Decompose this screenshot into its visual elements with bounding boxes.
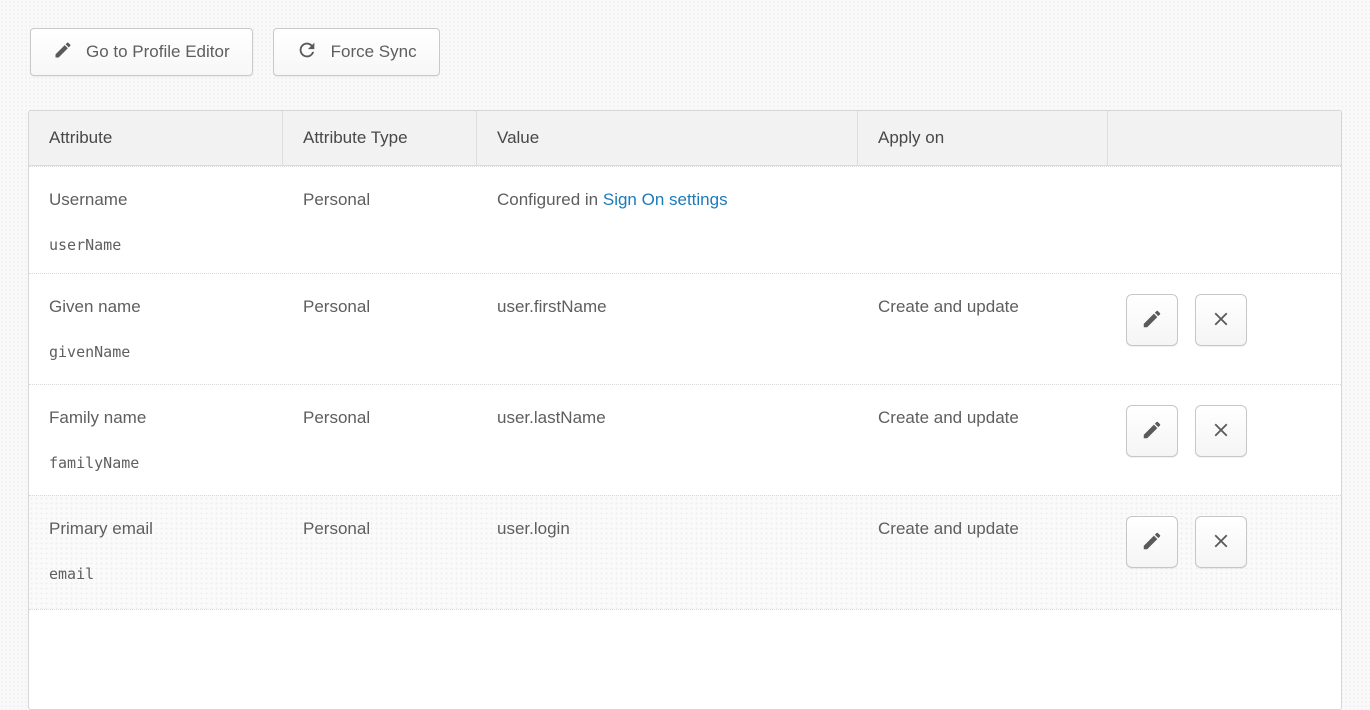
attribute-label: Given name [49,297,263,317]
edit-attribute-button[interactable] [1126,405,1178,457]
force-sync-button[interactable]: Force Sync [273,28,440,76]
apply-on-cell: Create and update [858,274,1108,384]
attribute-variable-name: userName [49,236,263,254]
table-row: Primary email email Personal user.login … [29,495,1341,609]
table-row-partial [29,609,1341,671]
header-actions [1108,111,1341,165]
table-row: Family name familyName Personal user.las… [29,384,1341,495]
pencil-icon [1141,308,1163,333]
attribute-label: Primary email [49,519,263,539]
attribute-type-cell: Personal [283,385,477,495]
attribute-cell: Family name familyName [29,385,283,495]
actions-cell [1108,385,1341,495]
value-cell: Configured in Sign On settings [477,167,858,273]
header-attribute-type: Attribute Type [283,111,477,165]
header-value: Value [477,111,858,165]
attribute-cell: Given name givenName [29,274,283,384]
attribute-variable-name: familyName [49,454,263,472]
attribute-type-cell: Personal [283,274,477,384]
apply-on-cell: Create and update [858,496,1108,609]
toolbar: Go to Profile Editor Force Sync [30,28,440,76]
value-cell: user.firstName [477,274,858,384]
pencil-icon [1141,419,1163,444]
pencil-icon [53,40,73,65]
close-icon [1210,530,1232,555]
attribute-cell: Username userName [29,167,283,273]
header-apply-on: Apply on [858,111,1108,165]
delete-attribute-button[interactable] [1195,405,1247,457]
table-row: Username userName Personal Configured in… [29,166,1341,273]
pencil-icon [1141,530,1163,555]
apply-on-cell: Create and update [858,385,1108,495]
apply-on-cell [858,167,1108,273]
actions-cell [1108,496,1341,609]
attribute-variable-name: givenName [49,343,263,361]
attribute-label: Family name [49,408,263,428]
close-icon [1210,419,1232,444]
edit-attribute-button[interactable] [1126,294,1178,346]
close-icon [1210,308,1232,333]
go-to-profile-editor-button[interactable]: Go to Profile Editor [30,28,253,76]
attribute-mapping-table: Attribute Attribute Type Value Apply on … [28,110,1342,710]
go-to-profile-editor-label: Go to Profile Editor [86,42,230,62]
delete-attribute-button[interactable] [1195,294,1247,346]
table-row: Given name givenName Personal user.first… [29,273,1341,384]
value-text: Configured in [497,190,598,209]
header-attribute: Attribute [29,111,283,165]
delete-attribute-button[interactable] [1195,516,1247,568]
refresh-icon [296,39,318,66]
edit-attribute-button[interactable] [1126,516,1178,568]
attribute-cell: Primary email email [29,496,283,609]
actions-cell [1108,274,1341,384]
actions-cell [1108,167,1341,273]
attribute-type-cell: Personal [283,496,477,609]
table-header-row: Attribute Attribute Type Value Apply on [29,111,1341,166]
value-cell: user.lastName [477,385,858,495]
attribute-type-cell: Personal [283,167,477,273]
attribute-variable-name: email [49,565,263,583]
force-sync-label: Force Sync [331,42,417,62]
attribute-label: Username [49,190,263,210]
value-cell: user.login [477,496,858,609]
sign-on-settings-link[interactable]: Sign On settings [603,190,728,209]
